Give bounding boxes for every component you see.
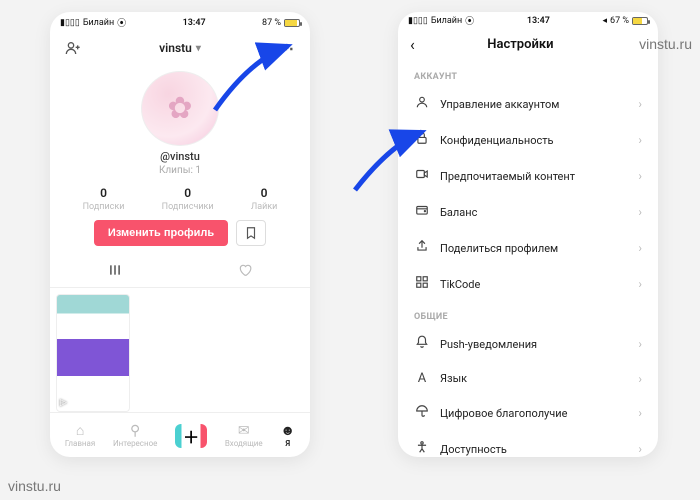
stat-following[interactable]: 0 Подписки <box>83 186 125 212</box>
lock-icon <box>414 131 430 149</box>
row-balance[interactable]: Баланс › <box>398 194 658 230</box>
battery-icon <box>284 19 300 27</box>
signal-icon: ▮▯▯▯ <box>60 18 80 28</box>
chevron-right-icon: › <box>638 277 642 291</box>
wifi-icon: ⦿ <box>117 16 126 29</box>
umbrella-icon <box>414 404 430 422</box>
nav-discover[interactable]: ⚲ Интересное <box>113 424 157 448</box>
chevron-right-icon: › <box>638 205 642 219</box>
stat-followers[interactable]: 0 Подписчики <box>162 186 214 212</box>
clock: 13:47 <box>527 16 550 26</box>
battery-pct: 87 % <box>262 18 281 28</box>
row-digital-wellbeing[interactable]: Цифровое благополучие › <box>398 395 658 431</box>
tab-liked[interactable] <box>180 256 310 287</box>
nav-inbox[interactable]: ✉ Входящие <box>225 424 263 448</box>
search-icon: ⚲ <box>130 424 140 438</box>
battery-pct: 67 % <box>610 16 629 26</box>
chevron-right-icon: › <box>638 337 642 351</box>
chevron-right-icon: › <box>638 97 642 111</box>
chevron-right-icon: › <box>638 169 642 183</box>
person-icon <box>414 95 430 113</box>
signal-icon: ▮▯▯▯ <box>408 16 428 26</box>
chevron-right-icon: › <box>638 406 642 420</box>
row-tikcode[interactable]: TikCode › <box>398 266 658 302</box>
settings-screen: ▮▯▯▯ Билайн ⦿ 13:47 ◂ 67 % ‹ Настройки А… <box>398 12 658 457</box>
nav-profile[interactable]: ☻ Я <box>280 424 295 448</box>
watermark: vinstu.ru <box>8 478 61 494</box>
chevron-right-icon: › <box>638 241 642 255</box>
carrier: Билайн <box>431 16 462 26</box>
bell-icon <box>414 335 430 353</box>
carrier: Билайн <box>83 18 114 28</box>
clock: 13:47 <box>183 18 206 28</box>
edit-profile-button[interactable]: Изменить профиль <box>94 220 228 246</box>
row-privacy[interactable]: Конфиденциальность › <box>398 122 658 158</box>
chevron-right-icon: › <box>638 442 642 456</box>
nav-create[interactable]: ＋ <box>175 424 207 448</box>
handle: @vinstu <box>50 150 310 163</box>
video-grid: ▷ <box>50 288 310 412</box>
share-icon <box>414 239 430 257</box>
wifi-icon: ⦿ <box>465 14 474 27</box>
video-icon <box>414 167 430 185</box>
row-accessibility[interactable]: Доступность › <box>398 431 658 457</box>
more-menu[interactable]: ⋯ <box>276 37 298 59</box>
person-icon: ☻ <box>280 424 295 438</box>
row-language[interactable]: A Язык › <box>398 362 658 395</box>
qr-icon <box>414 275 430 293</box>
play-icon: ▷ <box>60 398 67 408</box>
accessibility-icon <box>414 440 430 457</box>
watermark: vinstu.ru <box>639 36 692 52</box>
home-icon: ⌂ <box>76 424 84 438</box>
stats-row: 0 Подписки 0 Подписчики 0 Лайки <box>64 186 296 212</box>
chevron-right-icon: › <box>638 133 642 147</box>
content-tabs <box>50 256 310 288</box>
video-thumb[interactable]: ▷ <box>56 294 130 412</box>
username: vinstu <box>159 41 192 55</box>
location-icon: ◂ <box>603 16 608 26</box>
page-title: Настройки <box>398 37 646 52</box>
clips-count: Клипы: 1 <box>50 165 310 176</box>
section-account: АККАУНТ <box>398 62 658 86</box>
status-bar: ▮▯▯▯ Билайн ⦿ 13:47 ◂ 67 % <box>398 12 658 27</box>
row-manage-account[interactable]: Управление аккаунтом › <box>398 86 658 122</box>
battery-icon <box>632 17 648 25</box>
stat-likes[interactable]: 0 Лайки <box>251 186 278 212</box>
globe-icon: A <box>414 371 430 386</box>
username-dropdown[interactable]: vinstu ▾ <box>159 41 201 55</box>
chevron-right-icon: › <box>638 372 642 386</box>
row-content-pref[interactable]: Предпочитаемый контент › <box>398 158 658 194</box>
row-share-profile[interactable]: Поделиться профилем › <box>398 230 658 266</box>
bookmark-button[interactable] <box>236 220 266 246</box>
row-push[interactable]: Push-уведомления › <box>398 326 658 362</box>
chevron-down-icon: ▾ <box>196 43 201 54</box>
add-friend-icon[interactable] <box>62 37 84 59</box>
status-bar: ▮▯▯▯ Билайн ⦿ 13:47 87 % <box>50 12 310 31</box>
profile-screen: ▮▯▯▯ Билайн ⦿ 13:47 87 % vinstu ▾ ⋯ ✿ @v… <box>50 12 310 457</box>
tab-grid[interactable] <box>50 256 180 287</box>
avatar[interactable]: ✿ <box>141 71 219 146</box>
inbox-icon: ✉ <box>238 424 250 438</box>
section-general: ОБЩИЕ <box>398 302 658 326</box>
bottom-nav: ⌂ Главная ⚲ Интересное ＋ ✉ Входящие ☻ Я <box>50 412 310 457</box>
wallet-icon <box>414 203 430 221</box>
nav-home[interactable]: ⌂ Главная <box>65 424 95 448</box>
